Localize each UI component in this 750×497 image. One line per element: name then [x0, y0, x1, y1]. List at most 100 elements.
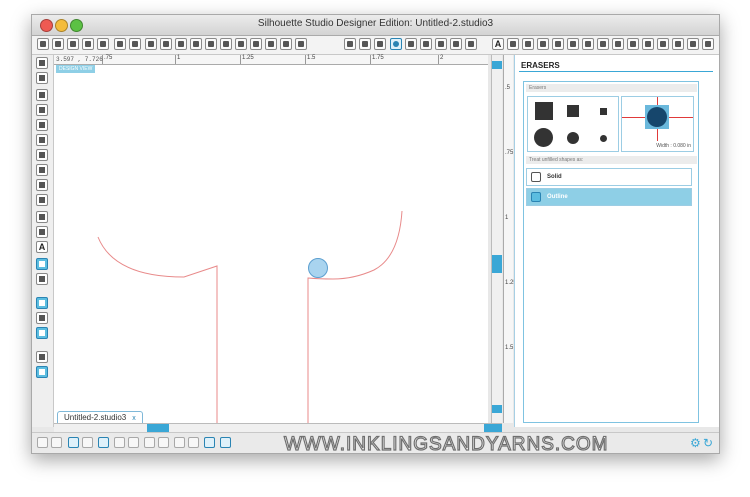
eraser-tool-icon[interactable]: [36, 258, 48, 270]
bring-forward-icon[interactable]: [174, 437, 185, 448]
library-view-icon[interactable]: [36, 312, 48, 324]
save-icon[interactable]: [82, 38, 94, 50]
text-tool-icon[interactable]: A: [36, 241, 48, 253]
offset-icon[interactable]: [567, 38, 579, 50]
library-panel-icon[interactable]: [687, 38, 699, 50]
fill-pattern-icon[interactable]: [420, 38, 432, 50]
store-view-icon[interactable]: [36, 327, 48, 339]
page-setup-icon[interactable]: [359, 38, 371, 50]
vertical-scroll-thumb[interactable]: [492, 255, 502, 273]
cursor-coordinates: 3.597 , 7.726: [56, 56, 103, 63]
top-ruler: .75 1 1.25 1.5 1.75 2: [54, 55, 488, 65]
library-icon[interactable]: [344, 38, 356, 50]
text-style-icon[interactable]: [465, 38, 477, 50]
print-icon[interactable]: [114, 38, 126, 50]
knife-tool-icon[interactable]: [36, 273, 48, 285]
solid-option[interactable]: Solid: [526, 168, 692, 186]
smooth-freehand-tool-icon[interactable]: [36, 194, 48, 206]
weld-icon[interactable]: [98, 437, 109, 448]
cut-settings-icon[interactable]: [657, 38, 669, 50]
refresh-icon[interactable]: ↻: [703, 436, 713, 450]
design-canvas[interactable]: DESIGN VIEW: [54, 65, 488, 423]
zoom-out-icon[interactable]: [250, 38, 262, 50]
zoom-in-icon[interactable]: [235, 38, 247, 50]
open-icon[interactable]: [52, 38, 64, 50]
gear-icon[interactable]: ⚙: [690, 436, 701, 450]
template-icon[interactable]: [67, 38, 79, 50]
transform-icon[interactable]: [597, 38, 609, 50]
pan-icon[interactable]: [220, 38, 232, 50]
save-library-icon[interactable]: [97, 38, 109, 50]
release-compound-icon[interactable]: [82, 437, 93, 448]
freehand-tool-icon[interactable]: [36, 179, 48, 191]
undo-icon[interactable]: [190, 38, 202, 50]
text-icon[interactable]: A: [492, 38, 504, 50]
line-tool-icon[interactable]: [36, 89, 48, 101]
send-back-icon[interactable]: [158, 437, 169, 448]
delete-icon[interactable]: [128, 437, 139, 448]
group-icon[interactable]: [37, 437, 48, 448]
eraser-preview[interactable]: Width : 0.080 in: [621, 96, 694, 152]
rectangle-tool-icon[interactable]: [36, 104, 48, 116]
ungroup-icon[interactable]: [51, 437, 62, 448]
app-window: Silhouette Studio Designer Edition: Unti…: [31, 14, 720, 454]
trace-icon[interactable]: [507, 38, 519, 50]
ellipse-tool-icon[interactable]: [36, 134, 48, 146]
canvas-drawing[interactable]: [54, 65, 488, 423]
align-icon[interactable]: [612, 38, 624, 50]
offset-bottom-icon[interactable]: [220, 437, 231, 448]
horizontal-scrollbar[interactable]: [54, 423, 502, 432]
store-icon[interactable]: [642, 38, 654, 50]
new-document-icon[interactable]: [37, 38, 49, 50]
copy-icon[interactable]: [145, 38, 157, 50]
replicate-icon[interactable]: [522, 38, 534, 50]
modify-icon[interactable]: [537, 38, 549, 50]
horizontal-scroll-thumb[interactable]: [147, 424, 169, 432]
drag-zoom-icon[interactable]: [280, 38, 292, 50]
knife-icon[interactable]: [552, 38, 564, 50]
duplicate-icon[interactable]: [114, 437, 125, 448]
line-style-icon[interactable]: [450, 38, 462, 50]
scroll-down-icon[interactable]: [492, 405, 502, 413]
vertical-scrollbar[interactable]: [491, 55, 502, 423]
fill-color-icon[interactable]: [390, 38, 402, 50]
curve-tool-icon[interactable]: [36, 164, 48, 176]
grid-icon[interactable]: [374, 38, 386, 50]
make-compound-icon[interactable]: [68, 437, 79, 448]
scroll-up-icon[interactable]: [492, 61, 502, 69]
eraser-square-large[interactable]: [535, 102, 553, 120]
outline-option[interactable]: Outline: [526, 188, 692, 206]
eraser-circle-medium[interactable]: [567, 132, 579, 144]
tab-close-icon[interactable]: x: [132, 415, 136, 422]
cut-view-icon[interactable]: [36, 351, 48, 363]
arc-tool-icon[interactable]: [36, 211, 48, 223]
select-tool-icon[interactable]: [36, 57, 48, 69]
redo-icon[interactable]: [205, 38, 217, 50]
eraser-circle-small[interactable]: [600, 135, 607, 142]
polygon-tool-icon[interactable]: [36, 149, 48, 161]
send-silhouette-icon[interactable]: [627, 38, 639, 50]
sketch-icon[interactable]: [672, 38, 684, 50]
rounded-rectangle-tool-icon[interactable]: [36, 119, 48, 131]
fit-page-icon[interactable]: [295, 38, 307, 50]
regular-polygon-tool-icon[interactable]: [36, 226, 48, 238]
send-icon[interactable]: [129, 38, 141, 50]
eraser-circle-large[interactable]: [534, 128, 553, 147]
paste-icon[interactable]: [160, 38, 172, 50]
eraser-panel-icon[interactable]: [582, 38, 594, 50]
send-backward-icon[interactable]: [188, 437, 199, 448]
edit-points-icon[interactable]: [36, 72, 48, 84]
zoom-select-icon[interactable]: [265, 38, 277, 50]
bring-front-icon[interactable]: [144, 437, 155, 448]
line-color-icon[interactable]: [435, 38, 447, 50]
eraser-square-medium[interactable]: [567, 105, 579, 117]
shopping-icon[interactable]: [702, 38, 714, 50]
scroll-arrows-icon[interactable]: [484, 424, 502, 432]
edit-color-icon[interactable]: [204, 437, 215, 448]
cut-icon[interactable]: [175, 38, 187, 50]
gradient-icon[interactable]: [405, 38, 417, 50]
solid-icon: [531, 172, 541, 182]
eraser-square-small[interactable]: [600, 108, 607, 115]
print-view-icon[interactable]: [36, 366, 48, 378]
design-view-icon[interactable]: [36, 297, 48, 309]
